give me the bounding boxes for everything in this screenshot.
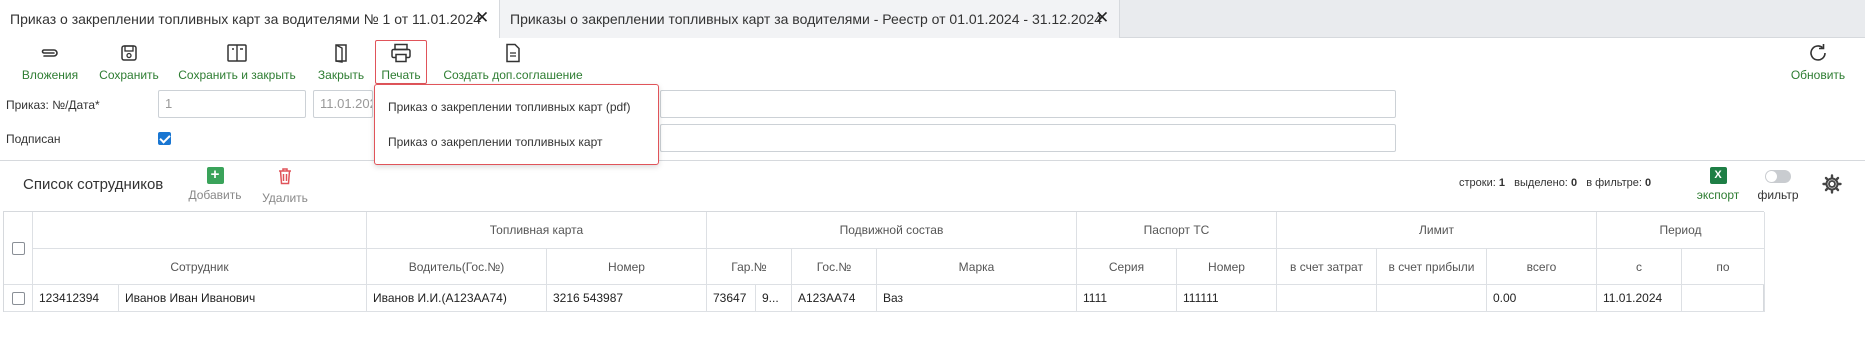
tab-order-1[interactable]: Приказ о закреплении топливных карт за в… [0,0,500,38]
employees-grid: Топливная карта Подвижной состав Паспорт… [3,211,1765,312]
signed-extra-field[interactable] [660,124,1396,152]
select-all-checkbox[interactable] [11,241,25,255]
paperclip-icon [39,42,61,64]
row-profit[interactable] [1377,285,1487,312]
tab-label: Приказы о закреплении топливных карт за … [510,11,1103,27]
col-to[interactable]: по [1682,249,1765,285]
refresh-icon [1807,42,1829,64]
row-to[interactable] [1682,285,1765,312]
col-driver[interactable]: Водитель(Гос.№) [367,249,547,285]
row-passport-number[interactable]: 111111 [1177,285,1277,312]
floppy-disk-icon [120,42,138,64]
grid-stats: строки: 1 выделено: 0 в фильтре: 0 [1459,177,1652,189]
col-brand[interactable]: Марка [877,249,1077,285]
row-series[interactable]: 1111 [1077,285,1177,312]
header-fuel-card: Топливная карта [367,212,707,249]
header-blank [33,212,367,249]
header-limit: Лимит [1277,212,1597,249]
employees-title: Список сотрудников [23,176,164,193]
col-garage-no[interactable]: Гар.№ [707,249,792,285]
excel-icon: X [1709,167,1727,184]
row-garage-extra[interactable]: 9... [756,285,792,312]
printer-icon [390,42,412,64]
save-close-icon [226,42,248,64]
row-garage-no[interactable]: 73647 [707,285,756,312]
create-supplement-button[interactable]: Создать доп.соглашение [440,42,586,84]
col-profit[interactable]: в счет прибыли [1377,249,1487,285]
order-label: Приказ: №/Дата* [6,98,100,112]
row-employee[interactable]: Иванов Иван Иванович [119,285,367,312]
row-card-number[interactable]: 3216 543987 [547,285,707,312]
print-menu-item-doc[interactable]: Приказ о закреплении топливных карт [388,135,603,149]
order-number-input[interactable]: 1 [158,90,306,118]
row-select-cell [4,285,33,312]
order-extra-field[interactable] [660,90,1396,118]
row-driver[interactable]: Иванов И.И.(А123АА74) [367,285,547,312]
col-plate-no[interactable]: Гос.№ [792,249,877,285]
tab-label: Приказ о закреплении топливных карт за в… [10,11,482,27]
attachments-button[interactable]: Вложения [20,42,80,84]
select-all-cell [4,212,33,285]
col-series[interactable]: Серия [1077,249,1177,285]
trash-icon [277,167,293,188]
print-menu-item-pdf[interactable]: Приказ о закреплении топливных карт (pdf… [388,100,631,114]
col-total[interactable]: всего [1487,249,1597,285]
signed-label: Подписан [6,132,61,146]
row-from[interactable]: 11.01.2024 [1597,285,1682,312]
print-button[interactable]: Печать [376,42,426,84]
row-plate-no[interactable]: А123АА74 [792,285,877,312]
row-id[interactable]: 123412394 [33,285,119,312]
filter-toggle[interactable]: фильтр [1756,170,1800,202]
save-button[interactable]: Сохранить [96,42,162,84]
close-icon[interactable]: ✕ [1095,9,1109,26]
col-from[interactable]: с [1597,249,1682,285]
tab-bar: Приказ о закреплении топливных карт за в… [0,0,1865,38]
delete-employee-button[interactable]: Удалить [260,167,310,205]
export-button[interactable]: X экспорт [1694,167,1742,202]
row-checkbox[interactable] [11,291,25,305]
order-date-input[interactable]: 11.01.2024 [313,90,373,118]
header-period: Период [1597,212,1765,249]
refresh-button[interactable]: Обновить [1788,42,1848,84]
header-rolling-stock: Подвижной состав [707,212,1077,249]
save-and-close-button[interactable]: Сохранить и закрыть [176,42,298,84]
col-card-number[interactable]: Номер [547,249,707,285]
row-total[interactable]: 0.00 [1487,285,1597,312]
signed-checkbox[interactable] [158,132,171,145]
header-vehicle-passport: Паспорт ТС [1077,212,1277,249]
col-employee[interactable]: Сотрудник [33,249,367,285]
col-expense[interactable]: в счет затрат [1277,249,1377,285]
col-passport-number[interactable]: Номер [1177,249,1277,285]
close-icon[interactable]: ✕ [475,9,489,26]
settings-gear-icon[interactable] [1822,174,1842,197]
toggle-switch-icon [1765,170,1791,183]
tab-orders-registry[interactable]: Приказы о закреплении топливных карт за … [500,0,1120,38]
document-icon [504,42,522,64]
row-brand[interactable]: Ваз [877,285,1077,312]
add-employee-button[interactable]: + Добавить [187,167,243,203]
plus-icon: + [206,167,224,184]
door-icon [333,42,349,64]
row-expense[interactable] [1277,285,1377,312]
print-menu: Приказ о закреплении топливных карт (pdf… [374,84,659,165]
close-button[interactable]: Закрыть [314,42,368,84]
